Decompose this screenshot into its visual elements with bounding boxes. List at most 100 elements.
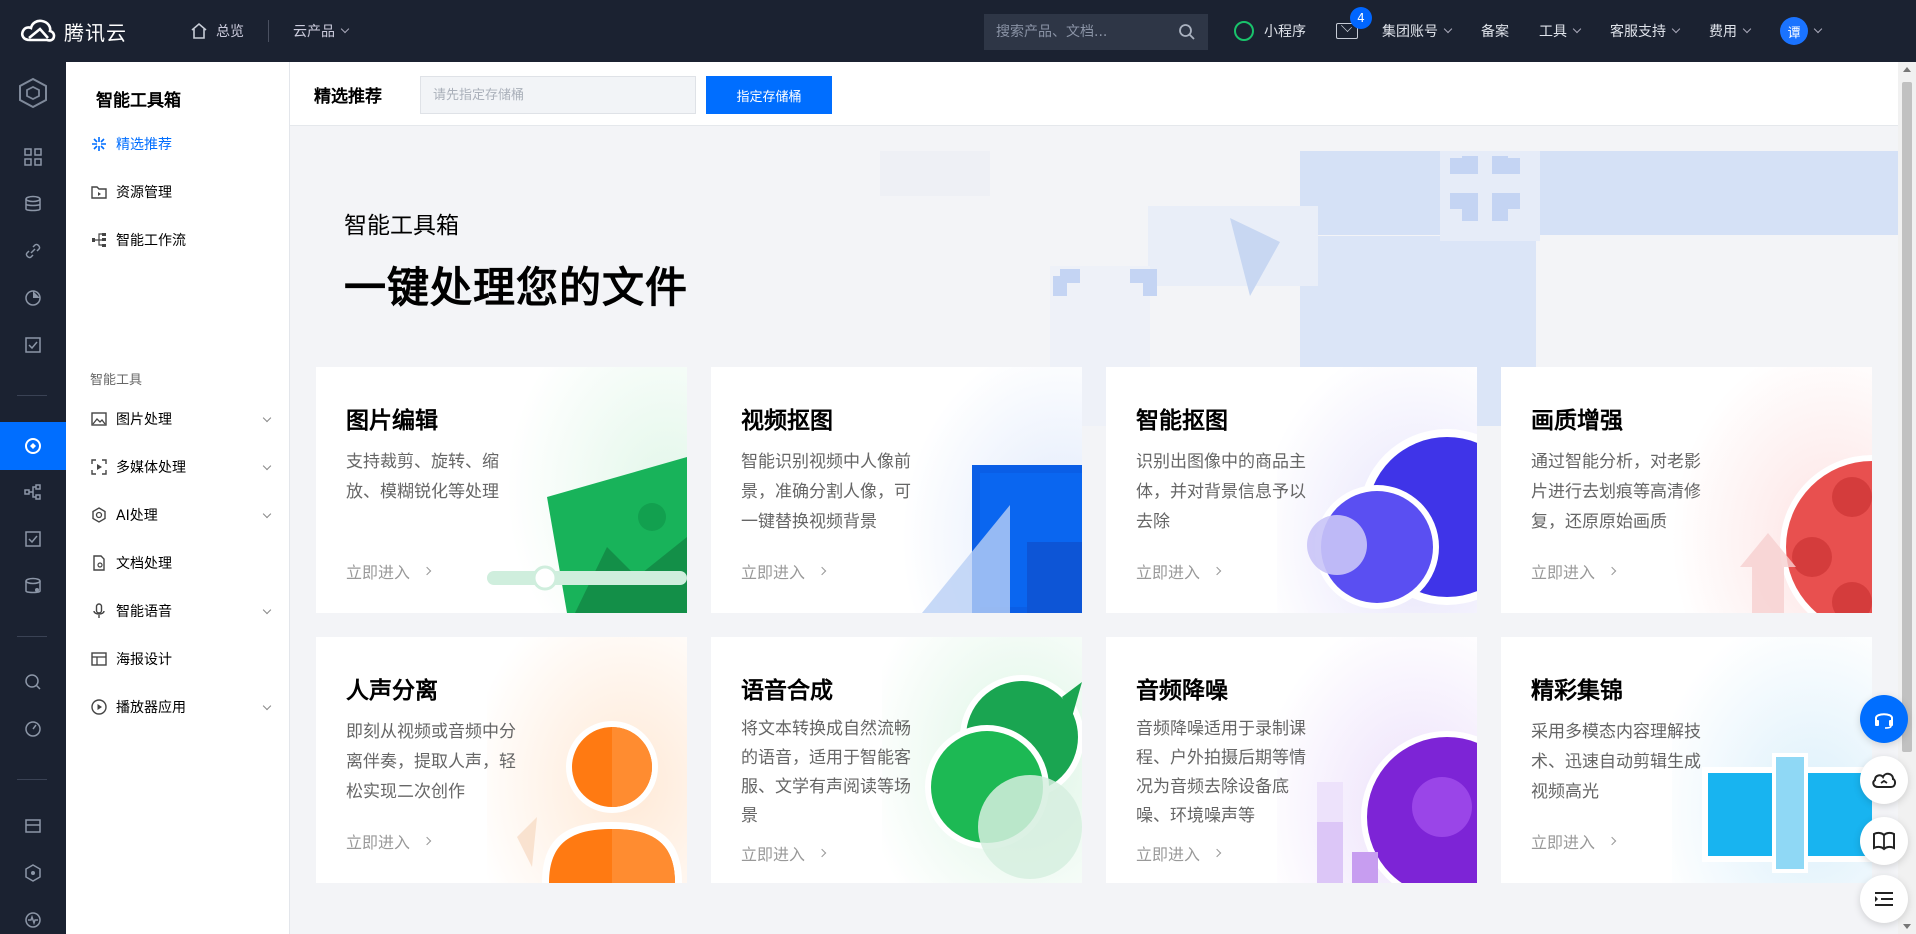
sidebar-item-label: 文档处理 (116, 556, 172, 572)
sidebar-item-smart-workflow[interactable]: 智能工作流 (90, 220, 270, 260)
nav-cloud-products-label: 云产品 (293, 24, 335, 40)
product-cube-icon[interactable] (0, 70, 66, 116)
folder-icon (90, 183, 108, 201)
tool-card-highlights[interactable]: 精彩集锦 采用多模态内容理解技术、迅速自动剪辑生成视频高光 立即进入 (1501, 637, 1872, 883)
scroll-up-arrow-icon[interactable] (1903, 67, 1911, 72)
card-description: 音频降噪适用于录制课程、户外拍摄后期等情况为音频去除设备底噪、环境噪声等 (1136, 719, 1306, 826)
nav-cloud-products[interactable]: 云产品 (293, 21, 350, 41)
sidebar-item-smart-voice[interactable]: 智能语音 (90, 591, 272, 631)
avatar: 谭 (1780, 17, 1808, 45)
sidebar-item-resource-management[interactable]: 资源管理 (90, 172, 270, 212)
global-search (984, 14, 1208, 50)
enter-link[interactable]: 立即进入 (1136, 841, 1222, 865)
enter-link[interactable]: 立即进入 (1531, 829, 1617, 853)
filing-link[interactable]: 备案 (1481, 21, 1509, 41)
card-title: 画质增强 (1531, 408, 1623, 434)
nav-home[interactable]: 总览 (190, 21, 244, 41)
sidebar-item-ai-processing[interactable]: AI处理 (90, 495, 272, 535)
tool-card-smart-matting[interactable]: 智能抠图 识别出图像中的商品主体，并对背景信息予以去除 立即进入 (1106, 367, 1477, 613)
enter-link[interactable]: 立即进入 (1136, 559, 1222, 583)
chevron-down-icon (1443, 24, 1453, 34)
card-description: 通过智能分析，对老影片进行去划痕等高清修复，还原原始画质 (1531, 452, 1701, 532)
sidebar-item-label: 精选推荐 (116, 137, 172, 153)
workflow-icon[interactable] (0, 472, 66, 512)
cloud-assistant-button[interactable] (1860, 756, 1908, 804)
miniprogram-icon (1234, 21, 1254, 41)
dashboard-icon[interactable] (0, 137, 66, 177)
card-title: 精彩集锦 (1531, 678, 1623, 704)
tool-card-image-edit[interactable]: 图片编辑 支持裁剪、旋转、缩放、模糊锐化等处理 立即进入 (316, 367, 687, 613)
bucket-field[interactable] (420, 76, 696, 114)
card-description: 即刻从视频或音频中分离伴奏，提取人声，轻松实现二次创作 (346, 722, 516, 802)
card-title: 智能抠图 (1136, 408, 1228, 434)
tool-card-video-matting[interactable]: 视频抠图 智能识别视频中人像前景，准确分割人像，可一键替换视频背景 立即进入 (711, 367, 1082, 613)
sidebar-item-image-processing[interactable]: 图片处理 (90, 399, 272, 439)
menu-list-button[interactable] (1860, 875, 1908, 923)
scroll-thumb[interactable] (1902, 82, 1912, 752)
messages-button[interactable]: 4 (1336, 7, 1372, 39)
search-icon[interactable] (1178, 23, 1196, 41)
select-bucket-button[interactable]: 指定存储桶 (706, 76, 832, 114)
sidebar-item-media-processing[interactable]: 多媒体处理 (90, 447, 272, 487)
group-account-label: 集团账号 (1382, 24, 1438, 40)
search-monitor-icon[interactable] (0, 662, 66, 702)
page-scrollbar[interactable] (1898, 62, 1916, 934)
enter-link[interactable]: 立即进入 (741, 841, 827, 865)
sparkle-icon (90, 135, 108, 153)
scroll-down-arrow-icon[interactable] (1903, 924, 1911, 929)
pie-chart-icon[interactable] (0, 278, 66, 318)
miniprogram-link[interactable]: 小程序 (1234, 21, 1306, 41)
page-header: 精选推荐 指定存储桶 (290, 62, 1898, 126)
checklist-icon[interactable] (0, 325, 66, 365)
page-title: 精选推荐 (314, 87, 382, 107)
chevron-down-icon (262, 605, 272, 615)
sidebar-item-featured[interactable]: 精选推荐 (90, 124, 270, 164)
sidebar-item-document-processing[interactable]: 文档处理 (90, 543, 270, 583)
sidebar-title: 智能工具箱 (96, 91, 181, 111)
billing-menu[interactable]: 费用 (1709, 21, 1752, 41)
brand-logo[interactable]: 腾讯云 (20, 17, 140, 46)
ai-icon (90, 506, 108, 524)
pulse-icon[interactable] (0, 900, 66, 934)
storage-icon[interactable] (0, 566, 66, 606)
chevron-right-icon (422, 566, 432, 576)
tool-card-quality-enhance[interactable]: 画质增强 通过智能分析，对老影片进行去划痕等高清修复，还原原始画质 立即进入 (1501, 367, 1872, 613)
gauge-icon[interactable] (0, 709, 66, 749)
support-menu[interactable]: 客服支持 (1610, 21, 1681, 41)
group-account-menu[interactable]: 集团账号 (1382, 21, 1453, 41)
tool-card-audio-denoise[interactable]: 音频降噪 音频降噪适用于录制课程、户外拍摄后期等情况为音频去除设备底噪、环境噪声… (1106, 637, 1477, 883)
rail-divider (17, 779, 47, 780)
documentation-button[interactable] (1860, 817, 1908, 865)
enter-link[interactable]: 立即进入 (1531, 559, 1617, 583)
archive-icon[interactable] (0, 806, 66, 846)
chevron-down-icon (1572, 24, 1582, 34)
unread-count-badge: 4 (1350, 7, 1372, 29)
chevron-right-icon (817, 566, 827, 576)
enter-link-label: 立即进入 (741, 845, 806, 864)
sidebar-item-label: 智能语音 (116, 604, 172, 620)
enter-link[interactable]: 立即进入 (346, 829, 432, 853)
link-icon[interactable] (0, 231, 66, 271)
enter-link[interactable]: 立即进入 (346, 559, 432, 583)
sidebar-item-player-app[interactable]: 播放器应用 (90, 687, 272, 727)
enter-link[interactable]: 立即进入 (741, 559, 827, 583)
sidebar-item-poster-design[interactable]: 海报设计 (90, 639, 270, 679)
card-title: 语音合成 (741, 678, 833, 704)
database-icon[interactable] (0, 184, 66, 224)
nav-home-label: 总览 (216, 24, 244, 40)
tool-card-vocal-separation[interactable]: 人声分离 即刻从视频或音频中分离伴奏，提取人声，轻松实现二次创作 立即进入 (316, 637, 687, 883)
rail-divider (17, 636, 47, 637)
enter-link-label: 立即进入 (1531, 833, 1596, 852)
search-input[interactable] (996, 24, 1166, 40)
task-check-icon[interactable] (0, 519, 66, 559)
account-menu[interactable]: 谭 (1780, 17, 1823, 45)
book-icon (1873, 831, 1895, 851)
smart-toolbox-icon[interactable] (0, 422, 66, 470)
document-icon (90, 554, 108, 572)
tool-card-speech-synthesis[interactable]: 语音合成 将文本转换成自然流畅的语音，适用于智能客服、文学有声阅读等场景 立即进… (711, 637, 1082, 883)
tools-menu[interactable]: 工具 (1539, 21, 1582, 41)
cube-network-icon[interactable] (0, 853, 66, 893)
media-icon (90, 458, 108, 476)
customer-service-button[interactable] (1860, 695, 1908, 743)
chevron-down-icon (262, 413, 272, 423)
